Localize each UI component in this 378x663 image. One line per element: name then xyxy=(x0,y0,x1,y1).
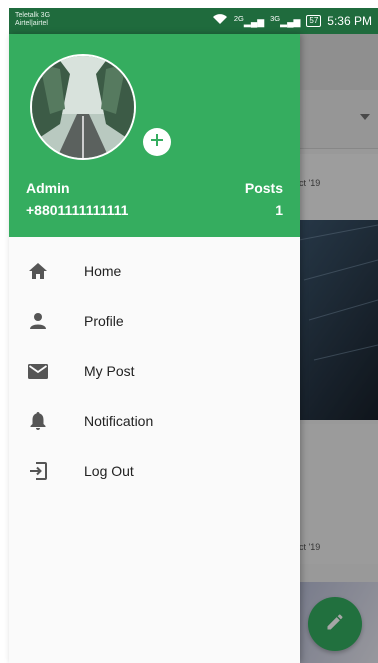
network-label-2: 3G xyxy=(270,13,281,23)
network-label-1: 2G xyxy=(233,13,244,23)
bell-icon xyxy=(27,410,49,432)
menu-item-label: Notification xyxy=(84,413,154,429)
menu-item-profile[interactable]: Profile xyxy=(9,296,300,346)
menu-item-label: Log Out xyxy=(84,463,134,479)
signal-icon-2: 3G▂▄▆ xyxy=(270,13,301,27)
carrier-info: Teletalk 3G Airtel|airtel xyxy=(15,12,50,28)
signal-icon-1: 2G▂▄▆ xyxy=(233,13,265,27)
plus-icon xyxy=(150,133,164,152)
posts-label: Posts xyxy=(244,180,283,196)
menu-item-notification[interactable]: Notification xyxy=(9,396,300,446)
user-phone: +8801111111111 xyxy=(26,202,129,218)
drawer-header: Admin +8801111111111 Posts 1 xyxy=(9,34,300,237)
logout-icon xyxy=(27,460,49,482)
avatar[interactable] xyxy=(30,54,136,160)
status-time: 5:36 PM xyxy=(327,13,372,28)
status-bar: Teletalk 3G Airtel|airtel 2G▂▄▆ 3G▂▄▆ 57… xyxy=(9,8,378,34)
menu-item-home[interactable]: Home xyxy=(9,246,300,296)
menu-item-label: Home xyxy=(84,263,122,279)
user-name: Admin xyxy=(26,180,70,196)
status-icons: 2G▂▄▆ 3G▂▄▆ 57 5:36 PM xyxy=(212,13,372,28)
battery-icon: 57 xyxy=(306,14,322,27)
wifi-icon xyxy=(212,13,228,28)
menu-item-log-out[interactable]: Log Out xyxy=(9,446,300,496)
carrier-line-1: Teletalk 3G xyxy=(15,12,51,19)
menu-item-label: My Post xyxy=(84,363,135,379)
add-photo-button[interactable] xyxy=(143,128,171,156)
menu-item-my-post[interactable]: My Post xyxy=(9,346,300,396)
carrier-line-2: Airtel|airtel xyxy=(15,20,48,27)
person-icon xyxy=(27,310,49,332)
navigation-drawer: Admin +8801111111111 Posts 1 Home Profil… xyxy=(9,34,300,663)
menu-item-label: Profile xyxy=(84,313,124,329)
home-icon xyxy=(27,260,49,282)
mail-icon xyxy=(27,360,49,382)
drawer-menu: Home Profile My Post Notification Log Ou… xyxy=(9,246,300,496)
posts-count: 1 xyxy=(275,202,283,218)
